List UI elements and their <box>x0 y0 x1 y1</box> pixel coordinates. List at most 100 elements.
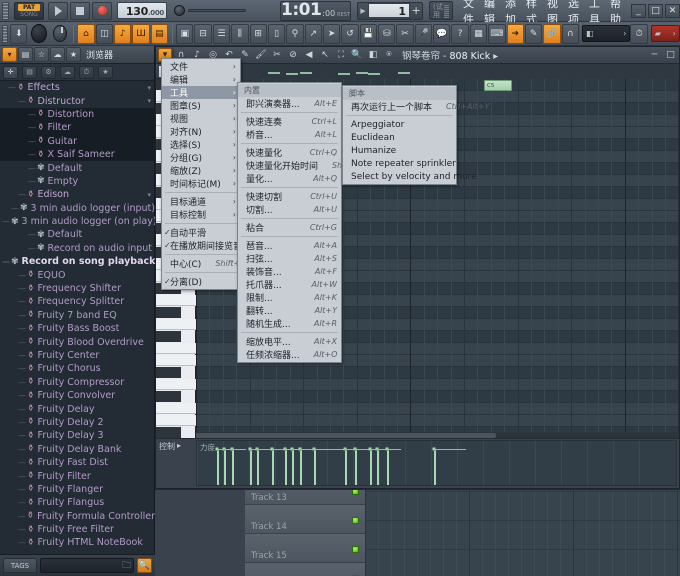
browser-folder-item[interactable]: — ⚱ Effects ▾ <box>0 81 155 94</box>
browser-list-item[interactable]: — ⚱ Fruity Blood Overdrive <box>0 335 155 348</box>
menu-item[interactable]: 目标控制 › <box>162 208 240 221</box>
keyboard-icon[interactable]: ⌨ <box>488 23 506 44</box>
browser-list-item[interactable]: — ✾ Empty <box>0 175 155 188</box>
browser-list-item[interactable]: — ⚱ Filter <box>0 121 155 135</box>
browser-list-item[interactable]: — ⚱ Fruity Filter <box>0 469 155 482</box>
piano-roll-overview[interactable] <box>238 63 679 79</box>
piano-roll-minimize[interactable]: ─ <box>648 48 661 61</box>
scripts-submenu[interactable]: 脚本 再次运行上一个脚本 Ctrl+Alt+Y Arpeggiator Euclidea… <box>342 85 489 185</box>
microphone-icon[interactable]: 🎤 <box>414 23 433 44</box>
menu-item[interactable]: 缩放电平... Alt+X <box>238 335 341 348</box>
browser-list-item[interactable]: — ✾ Default <box>0 161 155 174</box>
velocity-bar[interactable] <box>314 449 316 485</box>
browser-list-item[interactable]: — ⚱ Fruity Delay 2 <box>0 416 155 429</box>
plugin-picker-button[interactable]: ☰ <box>212 23 231 44</box>
menu-item[interactable]: 随机生成... Alt+R <box>238 317 341 330</box>
browser-cloud-icon[interactable]: ☁ <box>50 47 65 62</box>
slip-tool-icon[interactable]: ◀ <box>302 48 316 62</box>
event-editor-button[interactable]: ⊟ <box>194 23 212 44</box>
shortcut-toolbar-handle[interactable] <box>2 24 9 43</box>
slice-tool-icon[interactable]: ✂ <box>270 48 284 62</box>
export-icon[interactable]: ↗ <box>304 23 322 44</box>
velocity-bar[interactable] <box>355 449 357 485</box>
maximize-button[interactable]: □ <box>648 3 663 18</box>
velocity-bar[interactable] <box>250 449 252 485</box>
undo-icon[interactable]: ↺ <box>341 23 359 44</box>
browser-list-item[interactable]: — ⚱ Fruity HTML NoteBook <box>0 536 155 549</box>
velocity-bar[interactable] <box>217 449 219 485</box>
chevron-down-icon[interactable]: ▾ <box>147 84 151 92</box>
mute-tool-icon[interactable]: ⊘ <box>286 48 300 62</box>
browser-tab-cloud[interactable]: ☁ <box>60 65 75 79</box>
piano-key-black[interactable] <box>156 427 181 438</box>
menu-item[interactable]: 托爪器... Alt+W <box>238 278 341 291</box>
metronome-tool-icon[interactable]: ⍟ <box>382 48 396 62</box>
browser-list-item[interactable]: —⚱Fruity Limiter <box>0 550 155 552</box>
browser-list-item[interactable]: — ⚱ Fruity Chorus <box>0 362 155 375</box>
menu-item[interactable]: 缩放(Z) › <box>162 164 240 177</box>
tempo-field[interactable]: 130.000 <box>117 2 167 19</box>
paint-tool-icon[interactable]: 🖌 <box>254 48 268 62</box>
browser-list-item[interactable]: — ⚱ Frequency Splitter <box>0 295 155 308</box>
browser-list-item[interactable]: — ✾ 3 min audio logger (input) <box>0 202 155 215</box>
browser-list-item[interactable]: — ⚱ Guitar <box>0 134 155 148</box>
help-icon[interactable]: ? <box>451 23 469 44</box>
menu-item[interactable]: ✓ 自动平滑 <box>162 226 240 239</box>
velocity-bar[interactable] <box>370 449 372 485</box>
velocity-bar[interactable] <box>300 449 302 485</box>
pattern-add-icon[interactable]: + <box>410 4 422 17</box>
browser-list-item[interactable]: — ⚱ Fruity Delay 3 <box>0 429 155 442</box>
browser-tab-recent[interactable]: ⏱ <box>79 65 94 79</box>
velocity-bar[interactable] <box>434 449 436 485</box>
menu-item[interactable]: 量化... Alt+Q <box>238 172 341 185</box>
menu-item[interactable]: 编辑 › <box>162 73 240 86</box>
menu-item[interactable]: Humanize <box>343 144 456 157</box>
menu-item[interactable]: 图章(S) › <box>162 99 240 112</box>
velocity-bar[interactable] <box>272 449 274 485</box>
menu-item[interactable]: 快速量化开始时间Shift+Q <box>238 159 363 172</box>
transport-clock[interactable]: 1:01 :00 REST <box>280 0 352 21</box>
browser-list-item[interactable]: — ⚱ Fruity Flangus <box>0 496 155 509</box>
browser-list-item[interactable]: — ⚱ Distortion <box>0 107 155 122</box>
cut-icon[interactable]: ✂ <box>396 23 414 44</box>
menu-item[interactable]: 文件 › <box>162 60 240 73</box>
pattern-selector[interactable]: ▶ 1 + <box>357 1 424 20</box>
search-icon[interactable]: 🔍 <box>137 558 152 573</box>
piano-key-white[interactable] <box>156 295 196 306</box>
draw-tool-icon[interactable]: ✎ <box>524 23 543 44</box>
browser-list-item[interactable]: — ⚱ EQUO <box>0 268 155 281</box>
record-button[interactable] <box>92 1 112 20</box>
browser-tree[interactable]: — ⚱ Effects ▾ — ⚱ Distructor ▾ — ⚱ Distortion — ⚱ Fil… <box>0 81 155 551</box>
menu-item[interactable]: 快速连奏 Ctrl+L <box>238 115 341 128</box>
piano-key-black[interactable] <box>156 391 181 402</box>
browser-tab-plugins[interactable]: ⚙ <box>41 65 56 79</box>
plug-icon[interactable]: ⚲ <box>286 23 304 44</box>
menu-item[interactable]: 桥音... Alt+L <box>238 128 341 141</box>
metronome-icon[interactable]: ⏱ <box>630 23 648 44</box>
control-arrow-icon[interactable]: ▸ <box>177 441 181 450</box>
velocity-bar[interactable] <box>224 449 226 485</box>
mixer-faders-icon[interactable]: ⫼ <box>231 23 249 44</box>
menu-item[interactable]: Note repeater sprinkler <box>343 157 456 170</box>
playlist-track-led[interactable] <box>352 490 359 495</box>
browser-list-item[interactable]: — ⚱ Fruity Formula Controller <box>0 510 155 523</box>
piano-key-white[interactable] <box>156 343 196 354</box>
chevron-down-icon[interactable]: ▾ <box>147 191 151 199</box>
piano-key-black[interactable] <box>156 331 181 342</box>
browser-list-item[interactable]: — ⚱ Fruity Bass Boost <box>0 322 155 335</box>
browser-folder-item[interactable]: — ⚱ Distructor ▾ <box>0 94 155 107</box>
piano-key-white[interactable] <box>156 379 196 390</box>
playlist-track-header[interactable]: Track 15... <box>245 534 365 563</box>
velocity-bar[interactable] <box>232 449 234 485</box>
menu-item[interactable]: 再次运行上一个脚本 Ctrl+Alt+Y <box>343 100 489 113</box>
menu-item[interactable]: 琶音... Alt+A <box>238 239 341 252</box>
pan-knob-icon[interactable] <box>53 25 68 42</box>
save-as-icon[interactable]: ⛁ <box>378 23 396 44</box>
browser-list-item[interactable]: — ⚱ Fruity Fast Dist <box>0 456 155 469</box>
piano-key-white[interactable] <box>156 415 196 426</box>
browser-list-item[interactable]: — ⚱ Fruity Free Filter <box>0 523 155 536</box>
browser-list-item[interactable]: — ✾ 3 min audio logger (on play) <box>0 215 155 228</box>
piano-roll-title-caret[interactable]: ▸ <box>493 51 498 62</box>
browser-list-item[interactable]: — ⚱ Fruity Center <box>0 349 155 362</box>
browser-star-icon[interactable]: ☆ <box>34 47 49 62</box>
